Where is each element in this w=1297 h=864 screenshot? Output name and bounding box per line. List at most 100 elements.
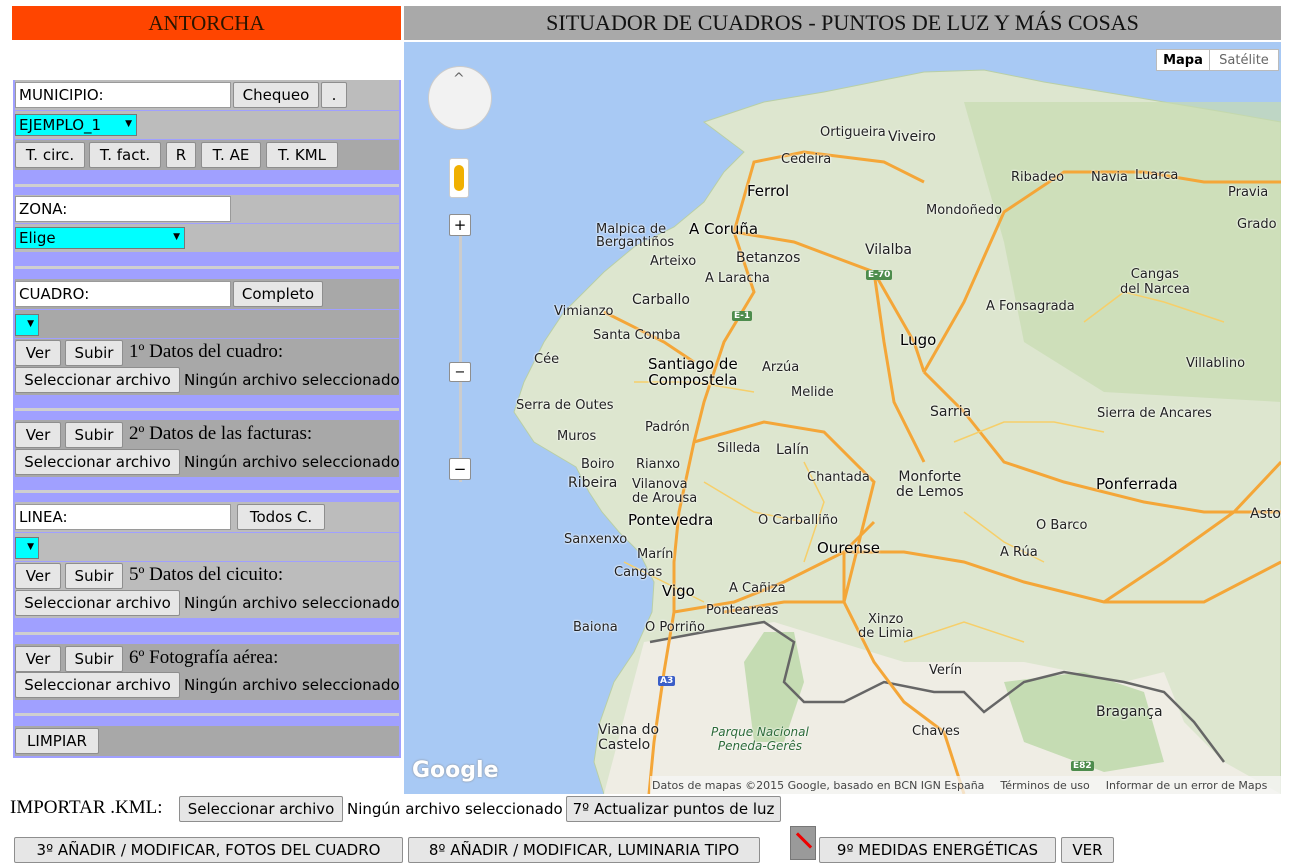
map-label: Monforte de Lemos [896,469,964,500]
subir-button[interactable]: Subir [65,422,123,448]
map-label: O Porriño [645,620,705,635]
road-shield: E-70 [866,270,893,280]
map-label: Vilalba [865,242,912,258]
divider [15,408,399,411]
map-label: A Coruña [689,220,759,238]
zoom-slider-handle[interactable]: − [449,362,471,382]
ver-button[interactable]: Ver [15,340,61,366]
tool-fact-button[interactable]: T. fact. [89,142,161,168]
sec1-label: 1º Datos del cuadro: [129,341,284,362]
map-label: Chaves [912,724,960,739]
divider [15,490,399,493]
divider [15,184,399,187]
check-button[interactable]: Chequeo [233,82,319,108]
ver-button[interactable]: Ver [15,422,61,448]
photos-button[interactable]: 3º AÑADIR / MODIFICAR, FOTOS DEL CUADRO [14,837,403,863]
map-label: Sanxenxo [564,532,628,547]
tool-r-button[interactable]: R [166,142,196,168]
terms-link[interactable]: Términos de uso [1000,779,1089,792]
no-touch-icon[interactable] [790,826,816,860]
all-lines-button[interactable]: Todos C. [237,504,325,530]
energy-measures-button[interactable]: 9º MEDIDAS ENERGÉTICAS [819,837,1056,863]
sec2-row: Ver Subir 2º Datos de las facturas: [15,420,399,450]
zoom-track[interactable] [459,232,462,482]
luminaria-button[interactable]: 8º AÑADIR / MODIFICAR, LUMINARIA TIPO [408,837,760,863]
map-label: Ferrol [747,182,790,200]
road-shield: E82 [1071,761,1094,771]
file-picker-button[interactable]: Seleccionar archivo [15,367,180,393]
update-points-button[interactable]: 7º Actualizar puntos de luz [566,796,781,822]
map-label: Navia [1091,170,1128,185]
map-label: Luarca [1135,168,1179,183]
file-picker-button[interactable]: Seleccionar archivo [15,449,180,475]
map-label: Cangas del Narcea [1120,267,1190,297]
import-kml-file-button[interactable]: Seleccionar archivo [179,796,343,822]
zoom-in-button[interactable]: + [449,214,471,236]
zona-input[interactable]: ZONA: [15,196,231,222]
file-status: Ningún archivo seleccionado [184,594,400,612]
municipio-input[interactable]: MUNICIPIO: [15,82,231,108]
map-view[interactable]: Mapa Satélite ^ + − − Ortigueira Viveiro… [404,42,1281,794]
divider [15,266,399,269]
linea-select[interactable]: ▼ [15,537,39,559]
linea-select-row: ▼ [15,533,399,561]
map-label: A Cañiza [729,581,786,596]
file-picker-button[interactable]: Seleccionar archivo [15,590,180,616]
map-label: Lalín [776,442,810,458]
map-label: Santiago de Compostela [648,355,738,389]
map-label: Melide [791,385,834,400]
linea-input[interactable]: LINEA: [15,504,231,530]
map-label: O Carballiño [758,513,838,528]
map-label: Sarria [930,404,972,420]
map-label: Serra de Outes [516,398,614,413]
file-status: Ningún archivo seleccionado [184,371,400,389]
map-label: Pontevedra [628,511,714,529]
map-type-map-button[interactable]: Mapa [1156,49,1210,71]
tool-circ-button[interactable]: T. circ. [15,142,85,168]
file-status: Ningún archivo seleccionado [184,676,400,694]
cuadro-row: CUADRO: Completo [15,279,399,309]
subir-button[interactable]: Subir [65,646,123,672]
map-label: Arteixo [650,254,697,269]
map-label: Vilanova de Arousa [632,477,698,506]
map-label: Astorg [1250,506,1281,522]
subir-button[interactable]: Subir [65,563,123,589]
pegman-icon[interactable] [449,158,469,198]
page-title: SITUADOR DE CUADROS - PUNTOS DE LUZ Y MÁ… [404,6,1281,40]
sec6-file-row: Seleccionar archivo Ningún archivo selec… [15,672,400,700]
map-label: A Fonsagrada [986,299,1075,314]
chevron-up-icon[interactable]: ^ [453,71,465,87]
dot-button[interactable]: . [321,82,347,108]
view-button[interactable]: VER [1061,837,1114,863]
google-logo: Google [412,758,499,783]
zona-row: ZONA: [15,195,399,223]
map-label: Cangas [614,565,663,580]
cuadro-select[interactable]: ▼ [15,314,39,336]
chevron-down-icon: ▼ [27,319,34,329]
subir-button[interactable]: Subir [65,340,123,366]
sec1-file-row: Seleccionar archivo Ningún archivo selec… [15,367,400,395]
file-picker-button[interactable]: Seleccionar archivo [15,672,180,698]
tool-ae-button[interactable]: T. AE [201,142,261,168]
sec5-label: 5º Datos del cicuito: [129,564,284,585]
pan-control[interactable]: ^ [428,66,492,130]
cuadro-input[interactable]: CUADRO: [15,281,231,307]
map-label: Ortigueira [820,125,886,140]
map-label: Padrón [645,420,690,435]
clear-button[interactable]: LIMPIAR [15,728,99,754]
complete-button[interactable]: Completo [233,281,323,307]
report-error-link[interactable]: Informar de un error de Maps [1106,779,1268,792]
ver-button[interactable]: Ver [15,646,61,672]
map-label: Cedeira [781,152,832,167]
pegman-figure [454,165,464,191]
map-type-satellite-button[interactable]: Satélite [1209,49,1279,71]
ver-button[interactable]: Ver [15,563,61,589]
map-label: O Barco [1036,518,1088,533]
tool-kml-button[interactable]: T. KML [266,142,338,168]
municipio-select[interactable]: EJEMPLO_1 ▼ [15,114,137,136]
zona-select[interactable]: Elige ▼ [15,227,185,249]
map-label: Ponferrada [1096,475,1178,493]
zoom-out-button[interactable]: − [449,458,471,480]
map-label: Bragança [1096,704,1163,720]
map-label: Rianxo [636,457,681,472]
